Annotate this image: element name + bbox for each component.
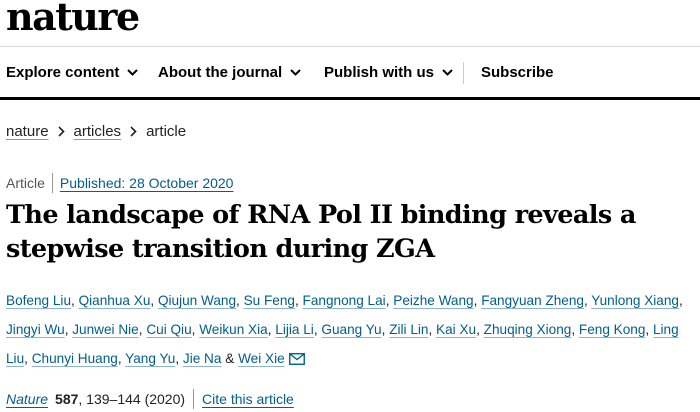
author-separator: , [294,293,299,308]
author-list: Bofeng Liu, Qianhua Xu, Qiujun Wang, Su … [6,286,696,375]
nature-logo[interactable]: nature [6,0,140,39]
page-range: , 139–144 (2020) [78,391,186,407]
nav-label: Publish with us [324,64,435,81]
author-separator: , [313,322,318,337]
volume-number: 587 [55,391,79,407]
author-separator: , [473,293,478,308]
author-separator: , [428,322,433,337]
author-link[interactable]: Jie Na [183,351,222,366]
author-link[interactable]: Zili Lin [389,322,428,337]
cite-this-article-link[interactable]: Cite this article [202,391,294,407]
author-link[interactable]: Bofeng Liu [6,293,71,308]
author-link[interactable]: Kai Xu [436,322,476,337]
breadcrumb-articles[interactable]: articles [74,123,122,140]
author-separator: , [191,322,196,337]
nav-subscribe[interactable]: Subscribe [481,47,554,98]
breadcrumb: nature articles article [6,120,186,142]
author-separator: , [583,293,588,308]
author-link[interactable]: Weikun Xia [199,322,268,337]
nav-label: About the journal [158,64,283,81]
author-link[interactable]: Qianhua Xu [79,293,151,308]
nav-label: Subscribe [481,64,554,81]
nav-label: Explore content [6,64,120,81]
nav-explore-content[interactable]: Explore content [6,47,139,98]
citation-line: Nature 587 , 139–144 (2020) Cite this ar… [6,388,294,410]
nav-about-the-journal[interactable]: About the journal [158,47,301,98]
author-link[interactable]: Wei Xie [238,351,285,366]
author-separator: , [385,293,390,308]
author-link[interactable]: Su Feng [244,293,295,308]
author-separator: , [476,322,480,337]
author-link[interactable]: Fangnong Lai [303,293,386,308]
chevron-right-icon [57,125,65,137]
published-date-link[interactable]: Published: 28 October 2020 [60,175,234,191]
chevron-right-icon [130,125,137,137]
author-separator: , [267,322,272,337]
author-link[interactable]: Junwei Nie [72,322,139,337]
article-title: The landscape of RNA Pol II binding reve… [6,200,636,264]
nav-divider [463,62,464,84]
author-link[interactable]: Guang Yu [321,322,381,337]
author-separator: , [117,351,122,366]
chevron-down-icon [290,69,301,76]
article-meta: Article Published: 28 October 2020 [6,172,233,194]
author-link[interactable]: Peizhe Wang [393,293,473,308]
author-separator: , [571,322,576,337]
site-header: nature [0,0,700,46]
author-link[interactable]: Qiujun Wang [158,293,236,308]
chevron-down-icon [127,69,139,76]
author-separator: , [381,322,386,337]
meta-divider [51,173,53,193]
author-separator: , [24,351,28,366]
author-link[interactable]: Lijia Li [275,322,314,337]
author-link[interactable]: Cui Qiu [146,322,191,337]
article-type: Article [6,175,45,191]
author-joiner: & [225,351,235,366]
author-separator: , [64,322,69,337]
author-separator: , [678,293,683,308]
breadcrumb-nature[interactable]: nature [6,123,49,140]
author-link[interactable]: Chunyi Huang [32,351,118,366]
author-separator: , [236,293,240,308]
nav-publish-with-us[interactable]: Publish with us [324,47,453,98]
author-link[interactable]: Yunlong Xiang [591,293,679,308]
author-link[interactable]: Zhuqing Xiong [484,322,572,337]
author-link[interactable]: Fangyuan Zheng [481,293,584,308]
author-link[interactable]: Jingyi Wu [6,322,65,337]
citation-divider [193,389,195,409]
author-link[interactable]: Feng Kong [579,322,646,337]
mail-icon[interactable] [288,346,305,375]
author-separator: , [71,293,75,308]
author-separator: , [138,322,143,337]
main-nav: Explore content About the journal Publis… [0,46,700,100]
journal-link[interactable]: Nature [6,391,48,407]
author-link[interactable]: Yang Yu [125,351,175,366]
breadcrumb-current: article [146,122,187,140]
author-separator: , [645,322,650,337]
author-separator: , [150,293,155,308]
author-separator: , [175,351,180,366]
chevron-down-icon [442,69,453,76]
